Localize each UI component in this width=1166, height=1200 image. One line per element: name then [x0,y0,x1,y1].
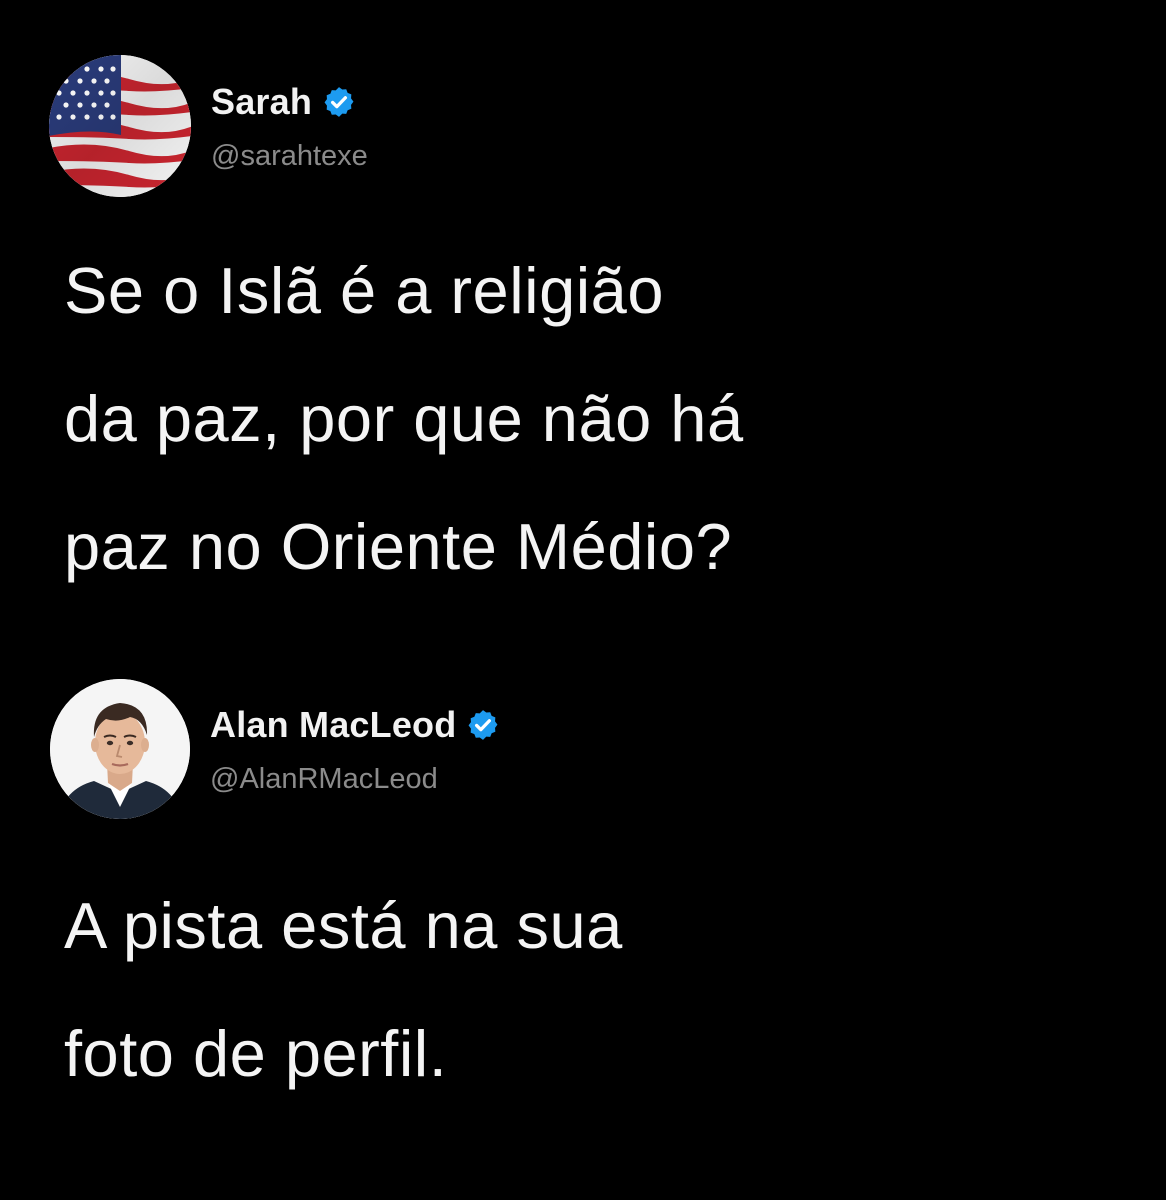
tweet-header: Alan MacLeod @AlanRMacLeod [0,678,1166,828]
tweet-text-line: da paz, por que não há [64,382,744,455]
avatar[interactable] [50,679,190,819]
author-display-name[interactable]: Alan MacLeod [210,704,456,746]
tweet-text: A pista está na sua foto de perfil. [64,862,1124,1118]
man-portrait-icon [50,679,190,819]
author-name-row: Alan MacLeod [210,704,500,746]
verified-badge-icon [468,710,498,740]
tweet-text-line: paz no Oriente Médio? [64,510,733,583]
tweet-original: Sarah @sarahtexe Se o Islã é a religião … [0,55,1166,583]
author-handle[interactable]: @sarahtexe [211,140,368,173]
us-flag-icon [49,55,191,197]
author-display-name[interactable]: Sarah [211,81,312,123]
tweet-text-line: Se o Islã é a religião [64,254,664,327]
author-name-row: Sarah [211,81,356,123]
author-handle[interactable]: @AlanRMacLeod [210,763,438,796]
tweet-reply: Alan MacLeod @AlanRMacLeod A pista está … [0,678,1166,1090]
tweet-header: Sarah @sarahtexe [0,55,1166,205]
verified-badge-icon [324,87,354,117]
tweet-text-line: foto de perfil. [64,1017,448,1090]
tweet-text-line: A pista está na sua [64,889,623,962]
avatar[interactable] [49,55,191,197]
tweet-text: Se o Islã é a religião da paz, por que n… [64,227,1124,611]
